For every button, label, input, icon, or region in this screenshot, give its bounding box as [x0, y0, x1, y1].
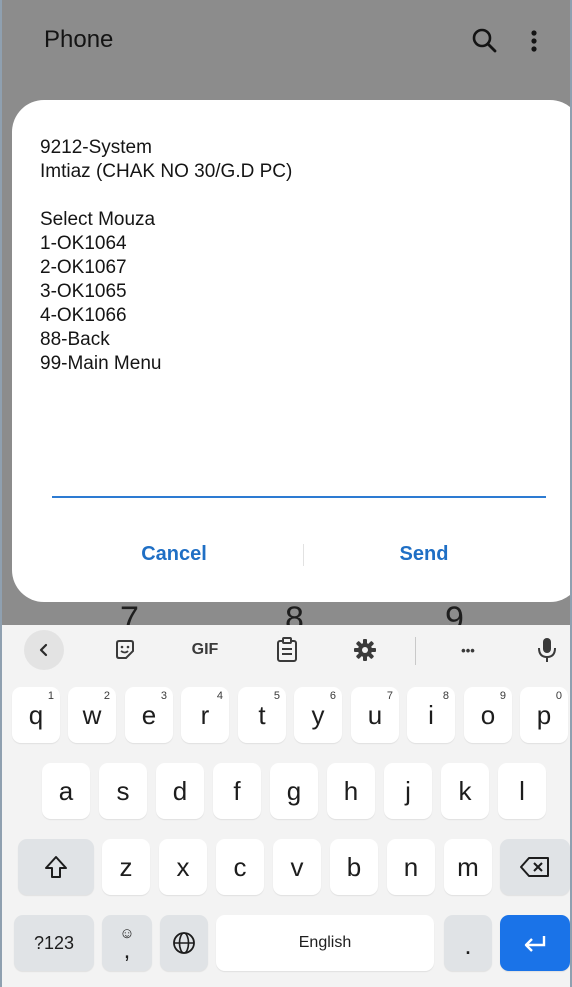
message-line: Select Mouza — [40, 209, 156, 230]
screen: Phone 7 8 9 9212-System Imtiaz (CHAK NO … — [0, 0, 572, 987]
key-hint: 8 — [442, 690, 449, 702]
message-line — [40, 184, 540, 208]
message-line: 1-OK1064 — [40, 233, 127, 254]
key-hint: 7 — [386, 690, 393, 702]
key-label: u — [367, 699, 383, 730]
key-hint: 5 — [273, 690, 280, 702]
message-line: 9212-System — [40, 137, 152, 158]
key-hint: 3 — [160, 690, 167, 702]
send-button[interactable]: Send — [324, 536, 524, 572]
key-hint: 6 — [329, 690, 336, 702]
key-c[interactable]: c — [216, 839, 264, 895]
key-o[interactable]: o9 — [464, 687, 512, 743]
ussd-message: 9212-System Imtiaz (CHAK NO 30/G.D PC) S… — [40, 136, 540, 376]
key-label: r — [200, 699, 210, 730]
dialpad-digit: 7 — [120, 600, 139, 625]
globe-icon[interactable] — [160, 915, 208, 971]
key-hint: 4 — [216, 690, 223, 702]
comma-label: , — [123, 936, 131, 964]
key-label: o — [480, 699, 496, 730]
message-line: 88-Back — [40, 329, 110, 350]
button-divider — [303, 544, 304, 566]
key-label: w — [82, 699, 102, 730]
key-hint: 2 — [103, 690, 110, 702]
toolbar-divider — [415, 637, 416, 665]
key-e[interactable]: e3 — [125, 687, 173, 743]
microphone-icon[interactable] — [532, 635, 562, 665]
reply-input[interactable] — [52, 452, 546, 498]
clipboard-icon[interactable] — [270, 635, 304, 665]
key-hint: 0 — [555, 690, 562, 702]
dialpad-digit: 9 — [445, 600, 464, 625]
key-x[interactable]: x — [159, 839, 207, 895]
key-label: e — [141, 699, 157, 730]
key-b[interactable]: b — [330, 839, 378, 895]
cancel-button[interactable]: Cancel — [74, 536, 274, 572]
key-label: p — [536, 699, 552, 730]
key-g[interactable]: g — [270, 763, 318, 819]
key-f[interactable]: f — [213, 763, 261, 819]
key-a[interactable]: a — [42, 763, 90, 819]
key-s[interactable]: s — [99, 763, 147, 819]
sticker-icon[interactable] — [108, 635, 142, 665]
key-i[interactable]: i8 — [407, 687, 455, 743]
message-line: Imtiaz (CHAK NO 30/G.D PC) — [40, 161, 293, 182]
key-label: i — [428, 699, 434, 730]
key-u[interactable]: u7 — [351, 687, 399, 743]
key-v[interactable]: v — [273, 839, 321, 895]
message-line: 2-OK1067 — [40, 257, 127, 278]
soft-keyboard: GIF ••• q 1 w 2 e 3 r 4 t 5 y 6 u 7 i 8 … — [2, 625, 570, 987]
dialpad-peek: 7 8 9 — [2, 600, 570, 625]
key-j[interactable]: j — [384, 763, 432, 819]
key-k[interactable]: k — [441, 763, 489, 819]
message-line: 4-OK1066 — [40, 305, 127, 326]
backspace-icon[interactable] — [500, 839, 570, 895]
key-w[interactable]: w2 — [68, 687, 116, 743]
ussd-dialog: 9212-System Imtiaz (CHAK NO 30/G.D PC) S… — [12, 100, 570, 602]
enter-icon[interactable] — [500, 915, 570, 971]
key-n[interactable]: n — [387, 839, 435, 895]
shift-icon[interactable] — [18, 839, 94, 895]
keyboard-toolbar: GIF ••• — [2, 625, 570, 675]
key-label: y — [311, 699, 325, 730]
message-line: 99-Main Menu — [40, 353, 162, 374]
message-line: 3-OK1065 — [40, 281, 127, 302]
space-key[interactable]: English — [216, 915, 434, 971]
key-z[interactable]: z — [102, 839, 150, 895]
emoji-comma-key[interactable]: ☺ , — [102, 915, 152, 971]
key-label: t — [258, 699, 266, 730]
period-key[interactable]: . — [444, 915, 492, 971]
gear-icon[interactable] — [348, 635, 382, 665]
key-l[interactable]: l — [498, 763, 546, 819]
symbols-key[interactable]: ?123 — [14, 915, 94, 971]
gif-button[interactable]: GIF — [182, 635, 228, 665]
app-title: Phone — [44, 26, 114, 53]
key-hint: 1 — [47, 690, 54, 702]
key-label: q — [28, 699, 44, 730]
key-r[interactable]: r4 — [181, 687, 229, 743]
key-m[interactable]: m — [444, 839, 492, 895]
key-t[interactable]: t5 — [238, 687, 286, 743]
key-y[interactable]: y6 — [294, 687, 342, 743]
more-options-button[interactable]: ••• — [448, 635, 488, 665]
chevron-left-icon[interactable] — [24, 630, 64, 670]
key-d[interactable]: d — [156, 763, 204, 819]
key-hint: 9 — [499, 690, 506, 702]
search-icon[interactable] — [470, 26, 500, 56]
dialpad-digit: 8 — [285, 600, 304, 625]
key-h[interactable]: h — [327, 763, 375, 819]
more-vert-icon[interactable] — [522, 26, 546, 56]
key-p[interactable]: p0 — [520, 687, 568, 743]
key-q[interactable]: q1 — [12, 687, 60, 743]
